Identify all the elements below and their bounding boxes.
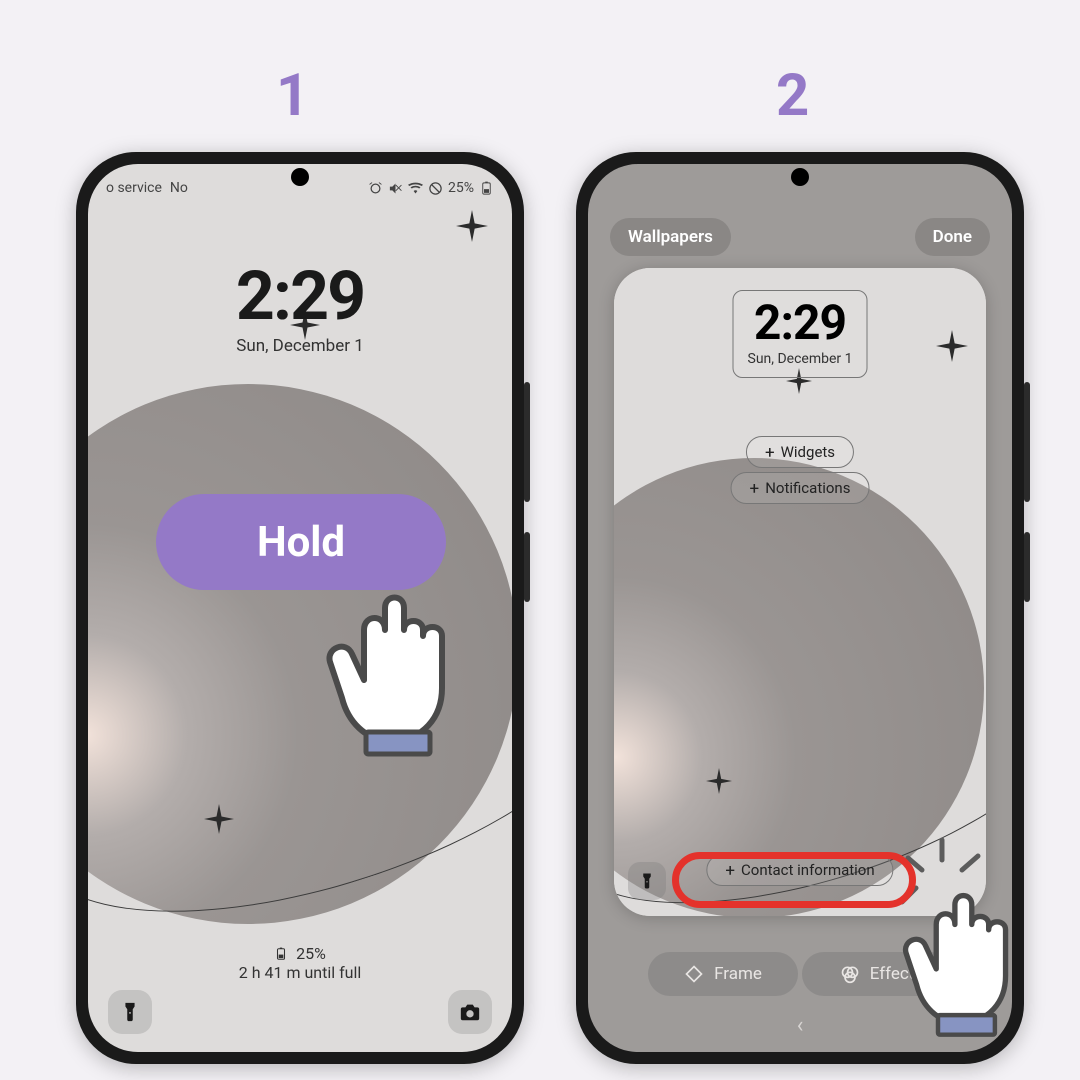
frame-shape-icon [684, 964, 704, 984]
camera-hole [291, 168, 309, 186]
color-filter-icon [840, 964, 860, 984]
volume-button [1024, 382, 1030, 502]
battery-time-until-full: 2 h 41 m until full [88, 963, 512, 982]
add-notifications-label: Notifications [765, 479, 850, 497]
battery-percent: 25% [296, 944, 326, 963]
step-number-1: 1 [276, 62, 309, 130]
status-battery-text: 25% [448, 180, 474, 196]
clock-time: 2:29 [236, 262, 364, 330]
flashlight-shortcut[interactable] [628, 862, 666, 900]
battery-info: 25% 2 h 41 m until full [88, 944, 512, 982]
clock-block: 2:29 Sun, December 1 [88, 262, 512, 356]
chevron-left-icon[interactable]: ‹ [797, 1013, 804, 1038]
sparkle-icon [204, 804, 234, 834]
mute-icon [388, 181, 403, 196]
wallpapers-button[interactable]: Wallpapers [610, 218, 731, 256]
lockscreen-preview[interactable]: 2:29 Sun, December 1 + Widgets + Notificat… [614, 268, 986, 916]
sparkle-icon [936, 330, 968, 362]
frame-label: Frame [714, 964, 762, 984]
do-not-disturb-icon [428, 181, 443, 196]
plus-icon: + [725, 861, 735, 881]
add-widgets-label: Widgets [781, 443, 835, 461]
alarm-icon [368, 181, 383, 196]
step-number-2: 2 [776, 62, 809, 130]
add-widgets-button[interactable]: + Widgets [746, 436, 854, 468]
flashlight-shortcut[interactable] [108, 990, 152, 1034]
sparkle-icon [456, 210, 488, 242]
flashlight-icon [119, 1001, 141, 1023]
done-button[interactable]: Done [915, 218, 990, 256]
clock-date: Sun, December 1 [236, 336, 364, 356]
sparkle-icon [706, 768, 732, 794]
tap-burst-icon [898, 830, 988, 910]
flashlight-icon [638, 872, 656, 890]
add-contact-label: Contact information [741, 861, 875, 879]
plus-icon: + [765, 443, 775, 463]
wifi-icon [408, 181, 423, 196]
status-no: No [170, 180, 188, 196]
add-contact-info-button[interactable]: + Contact information [706, 854, 893, 886]
frame-button[interactable]: Frame [648, 952, 798, 996]
volume-button [524, 382, 530, 502]
battery-icon [274, 947, 288, 961]
power-button [524, 532, 530, 602]
plus-icon: + [750, 479, 760, 499]
status-service: o service [106, 180, 162, 196]
camera-icon [459, 1001, 481, 1023]
battery-icon [479, 181, 494, 196]
camera-shortcut[interactable] [448, 990, 492, 1034]
hold-label: Hold [257, 518, 345, 567]
clock-date: Sun, December 1 [748, 351, 853, 367]
camera-hole [791, 168, 809, 186]
clock-time: 2:29 [748, 299, 853, 347]
hand-pointer-icon [312, 570, 492, 770]
power-button [1024, 532, 1030, 602]
clock-widget-frame[interactable]: 2:29 Sun, December 1 [733, 290, 868, 378]
add-notifications-button[interactable]: + Notifications [731, 472, 870, 504]
